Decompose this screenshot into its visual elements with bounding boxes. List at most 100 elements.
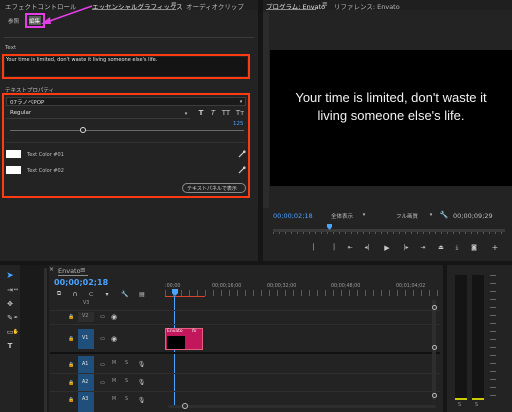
play-button[interactable]: ▶ <box>382 243 392 252</box>
lock-icon[interactable]: 🔒 <box>68 313 75 320</box>
tab-reference[interactable]: リファレンス: Envato <box>334 1 400 11</box>
lift-button[interactable]: ⏏ <box>436 243 446 252</box>
mark-out-button[interactable]: ⎹ <box>327 243 335 252</box>
hand-tool-icon[interactable]: ✋ <box>13 327 19 337</box>
ruler-label: 00;01;04;02 <box>396 284 426 289</box>
browse-tab[interactable]: 参照 <box>8 17 19 25</box>
font-style-dropdown[interactable]: Regular <box>10 110 31 116</box>
pen-tool-icon[interactable]: ✒ <box>13 313 19 323</box>
extract-button[interactable]: ⤓ <box>452 243 462 252</box>
step-forward-button[interactable]: |▸ <box>401 243 411 252</box>
ruler-label: 00;00;32;00 <box>267 284 297 289</box>
lock-icon[interactable]: 🔒 <box>68 335 75 342</box>
microphone-icon[interactable]: 🎙 <box>138 360 146 368</box>
track-row <box>50 310 440 311</box>
lock-icon[interactable]: 🔒 <box>68 396 75 403</box>
program-duration: 00;00;09;29 <box>453 212 493 220</box>
wrench-icon[interactable]: 🔧 <box>440 210 449 219</box>
timeline-timecode[interactable]: 00;00;02;18 <box>54 278 108 287</box>
slip-tool-icon[interactable]: ↔ <box>13 285 19 295</box>
track-row <box>50 391 440 392</box>
work-area-bar[interactable] <box>165 296 205 297</box>
eye-icon[interactable]: ◉ <box>110 335 118 343</box>
faux-italic-button[interactable]: T <box>208 108 218 118</box>
solo-left-button[interactable]: S <box>458 403 461 408</box>
timeline-vertical-scroll[interactable] <box>432 300 436 400</box>
fit-dropdown-value: 全体表示 <box>331 214 354 220</box>
resolution-dropdown-value: フル画質 <box>396 214 419 220</box>
lock-icon[interactable]: 🔒 <box>68 361 75 368</box>
ruler-label: 00;00;16;00 <box>212 284 242 289</box>
timeline-wrench-icon[interactable]: 🔧 <box>121 290 129 298</box>
ruler-label: 00;00;48;00 <box>331 284 361 289</box>
mute-button[interactable]: M <box>112 397 116 402</box>
ripple-edit-tool-icon[interactable]: ✥ <box>5 299 15 309</box>
eye-icon[interactable]: ◉ <box>110 313 118 321</box>
close-icon[interactable]: × <box>49 266 54 273</box>
sync-lock-icon[interactable]: ▭ <box>99 313 106 321</box>
nest-icon[interactable]: ⧉ <box>55 290 63 298</box>
active-tab-underline <box>58 275 88 276</box>
track-divider <box>50 352 440 354</box>
program-scrubber-ticks <box>273 232 505 234</box>
font-size-value[interactable]: 125 <box>233 121 244 127</box>
tab-sequence[interactable]: Envato <box>58 267 81 275</box>
captions-icon[interactable]: ▤ <box>138 290 146 298</box>
text-color-02-swatch[interactable] <box>6 166 21 174</box>
selection-tool-icon[interactable]: ➤ <box>5 271 15 281</box>
horizontal-scroll[interactable] <box>168 405 436 408</box>
show-text-panel-label: テキストパネルで表示 <box>187 186 237 192</box>
solo-button[interactable]: S <box>125 361 128 366</box>
text-tool-icon[interactable]: T <box>5 341 15 351</box>
scroll-handle[interactable] <box>182 403 188 409</box>
text-color-02-label: Text Color #02 <box>27 168 64 174</box>
solo-right-button[interactable]: S <box>475 403 478 408</box>
font-size-slider-track[interactable] <box>10 130 244 131</box>
lock-icon[interactable]: 🔒 <box>68 379 75 386</box>
step-back-button[interactable]: ◂| <box>362 243 372 252</box>
sync-lock-icon[interactable]: ▭ <box>99 361 106 369</box>
sync-lock-icon[interactable]: ▭ <box>99 335 106 343</box>
solo-button[interactable]: S <box>125 397 128 402</box>
solo-button[interactable]: S <box>125 379 128 384</box>
microphone-icon[interactable]: 🎙 <box>138 378 146 386</box>
video-caption-line2: living someone else's life. <box>317 108 465 123</box>
track-label-v1: V1 <box>82 336 89 341</box>
mute-button[interactable]: M <box>112 379 116 384</box>
time-ruler[interactable] <box>165 290 440 296</box>
monitor-scroll-strip[interactable] <box>263 12 269 208</box>
meter-scale <box>490 275 496 400</box>
tab-audio-clip[interactable]: オーディオクリップ <box>186 1 244 11</box>
sync-lock-icon[interactable]: ▭ <box>99 379 106 387</box>
menu-icon[interactable]: ≡ <box>80 266 86 274</box>
eyedropper-icon[interactable] <box>238 166 246 174</box>
all-caps-button[interactable]: TT <box>220 108 232 118</box>
linked-selection-icon[interactable]: ⊂ <box>87 290 95 298</box>
fx-badge: fx <box>192 329 197 334</box>
faux-bold-button[interactable]: T <box>196 108 206 118</box>
go-to-in-button[interactable]: ⇤ <box>345 243 355 252</box>
text-color-01-swatch[interactable] <box>6 150 21 158</box>
active-tab-underline <box>266 9 316 10</box>
program-timecode[interactable]: 00;00;02;18 <box>273 212 313 220</box>
menu-icon[interactable]: ≡ <box>171 0 177 8</box>
divider <box>4 37 254 38</box>
mark-in-button[interactable]: ⎸ <box>313 243 321 252</box>
font-size-slider-handle[interactable] <box>80 127 86 133</box>
timeline-zoom-scroll[interactable] <box>44 268 47 412</box>
export-frame-button[interactable]: ◙ <box>469 243 479 252</box>
scroll-handle[interactable] <box>432 305 437 310</box>
go-to-out-button[interactable]: ⇥ <box>418 243 428 252</box>
chevron-down-icon: ▾ <box>362 212 366 218</box>
mute-button[interactable]: M <box>112 361 116 366</box>
microphone-icon[interactable]: 🎙 <box>138 396 146 404</box>
menu-icon[interactable]: ≡ <box>322 0 328 8</box>
eyedropper-icon[interactable] <box>238 150 246 158</box>
small-caps-button[interactable]: Tт <box>234 108 246 118</box>
scroll-handle[interactable] <box>432 393 437 398</box>
add-marker-icon[interactable]: ▾ <box>103 290 111 298</box>
add-button[interactable]: + <box>490 243 500 252</box>
scroll-handle[interactable] <box>432 345 437 350</box>
snap-icon[interactable]: ∩ <box>71 290 79 298</box>
style-dropdown-line <box>6 118 190 119</box>
